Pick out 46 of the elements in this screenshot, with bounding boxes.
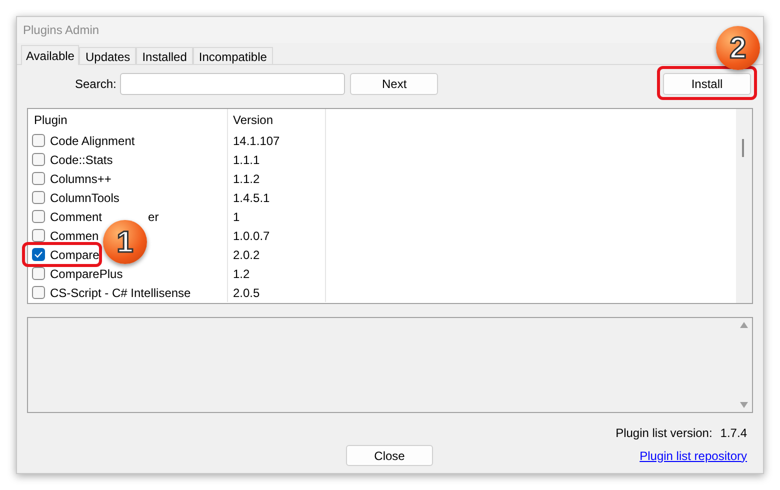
version-cell: 1 bbox=[228, 207, 326, 226]
plugin-name[interactable]: Columns++ bbox=[50, 170, 112, 188]
checkbox[interactable] bbox=[32, 172, 45, 185]
scroll-down-icon[interactable] bbox=[740, 402, 748, 408]
tab[interactable]: Incompatible bbox=[192, 47, 273, 64]
checkbox[interactable] bbox=[32, 267, 45, 280]
plugin-name[interactable]: Commen bbox=[50, 226, 99, 244]
version-cell: 1.4.5.1 bbox=[228, 188, 326, 207]
tab[interactable]: Updates bbox=[79, 47, 136, 64]
version-cell: 14.1.107 bbox=[228, 131, 326, 150]
search-label: Search: bbox=[75, 76, 116, 93]
plugin-name[interactable]: Comment bbox=[50, 208, 102, 226]
plugin-name[interactable]: er bbox=[148, 208, 159, 226]
plugin-name[interactable]: Compare bbox=[50, 246, 100, 264]
checkbox[interactable] bbox=[32, 229, 45, 242]
version-cell: 1.1.1 bbox=[228, 150, 326, 169]
plugin-name[interactable]: ColumnTools bbox=[50, 188, 120, 206]
version-cell: 1.1.2 bbox=[228, 169, 326, 188]
window-title: Plugins Admin bbox=[23, 22, 100, 39]
next-button[interactable]: Next bbox=[350, 73, 438, 95]
scroll-up-icon[interactable] bbox=[740, 322, 748, 328]
version-cell: 2.0.5 bbox=[228, 283, 326, 302]
version-value: 1.7.4 bbox=[720, 425, 747, 442]
plugin-name[interactable]: Code::Stats bbox=[50, 150, 113, 168]
version-label: Plugin list version: bbox=[616, 425, 712, 442]
repository-link[interactable]: Plugin list repository bbox=[640, 446, 747, 464]
checkbox[interactable] bbox=[32, 153, 45, 166]
version-cell: 1.0.0.7 bbox=[228, 226, 326, 245]
search-field[interactable] bbox=[120, 73, 346, 95]
checkbox[interactable] bbox=[32, 210, 45, 223]
checkbox[interactable] bbox=[32, 134, 45, 147]
plugin-name[interactable]: CS-Script - C# Intellisense bbox=[50, 284, 191, 302]
checkbox[interactable] bbox=[32, 191, 45, 204]
column-header[interactable]: Version bbox=[228, 109, 326, 131]
plugin-name[interactable]: Code Alignment bbox=[50, 132, 135, 150]
scrollbar[interactable] bbox=[736, 109, 752, 303]
version-cell: 2.0.2 bbox=[228, 245, 326, 264]
checkbox[interactable] bbox=[32, 286, 45, 299]
column-header[interactable]: Plugin bbox=[28, 109, 228, 131]
tab[interactable]: Available bbox=[21, 45, 80, 65]
close-button[interactable]: Close bbox=[346, 445, 433, 466]
plugin-name[interactable]: ComparePlus bbox=[50, 264, 123, 282]
version-cell: 1.2 bbox=[228, 264, 326, 283]
tab[interactable]: Installed bbox=[136, 47, 193, 64]
install-button[interactable]: Install bbox=[663, 73, 751, 95]
checkbox[interactable] bbox=[32, 248, 45, 261]
